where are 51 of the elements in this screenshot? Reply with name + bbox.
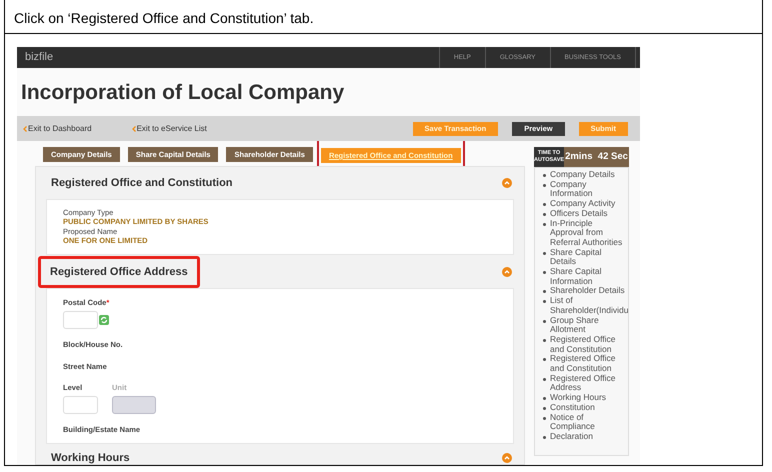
bullet-icon [543, 290, 546, 294]
side-nav-item[interactable]: Company Information [550, 180, 627, 200]
bullet-icon [543, 320, 546, 323]
chevron-left-icon [23, 126, 27, 132]
collapse-icon[interactable] [502, 178, 512, 188]
side-nav-item[interactable]: Registered Office and Constitution [550, 334, 627, 354]
side-nav-item[interactable]: Company Activity [550, 199, 616, 209]
side-nav-item[interactable]: List of Shareholder(Individu [550, 296, 628, 316]
side-nav-item[interactable]: In-Principle Approval from Referral Authorities [550, 218, 627, 248]
section-title: Working Hours [50, 451, 131, 464]
bullet-icon [543, 378, 546, 381]
side-nav-item[interactable]: Declaration [550, 432, 593, 442]
side-nav-item[interactable]: Notice of Compliance [550, 412, 627, 432]
side-nav-item[interactable]: Registered Office and Constitution [550, 354, 627, 374]
side-nav-item[interactable]: Working Hours [550, 393, 606, 403]
bullet-icon [543, 436, 546, 439]
side-nav-item[interactable]: Constitution [550, 402, 595, 413]
bullet-icon [543, 406, 546, 410]
collapse-icon[interactable] [502, 453, 512, 464]
section-title: Registered Office Address [38, 256, 200, 288]
bullet-icon [543, 338, 546, 342]
bullet-icon [543, 184, 546, 187]
side-nav-item[interactable]: Share Capital Details [550, 248, 627, 268]
side-nav-item[interactable]: Company Details [550, 170, 615, 180]
chevron-left-icon [132, 126, 136, 132]
bullet-icon [543, 416, 546, 420]
bullet-icon [543, 222, 546, 226]
side-nav-item[interactable]: Share Capital Information [550, 267, 627, 286]
input-field[interactable] [63, 311, 98, 330]
instruction-text: Click on ‘Registered Office and Constitution’ tab. [14, 10, 314, 26]
input-field[interactable] [63, 396, 98, 414]
autosave-time: 2mins 42 Sec [564, 150, 629, 164]
bullet-icon [543, 212, 546, 216]
refresh-icon[interactable] [99, 315, 109, 326]
bullet-icon [543, 397, 546, 400]
side-nav-item[interactable]: Group Share Allotment [550, 316, 627, 335]
page-title: Incorporation of Local Company [21, 81, 344, 104]
collapse-icon[interactable] [502, 267, 512, 277]
section-title: Registered Office and Constitution [50, 176, 234, 191]
exit-link[interactable]: Exit to eService List [136, 122, 207, 134]
side-nav-item[interactable]: Registered Office Address [550, 374, 627, 394]
side-nav-item[interactable]: Officers Details [550, 208, 608, 219]
bullet-icon [543, 271, 546, 274]
bullet-icon [543, 203, 546, 206]
bullet-icon [543, 300, 546, 304]
side-nav-item[interactable]: Shareholder Details [550, 286, 625, 296]
bullet-icon [543, 252, 546, 255]
bullet-icon [543, 358, 546, 362]
exit-link[interactable]: Exit to Dashboard [28, 122, 92, 134]
bullet-icon [543, 174, 546, 177]
logo: bizfile [25, 50, 54, 66]
